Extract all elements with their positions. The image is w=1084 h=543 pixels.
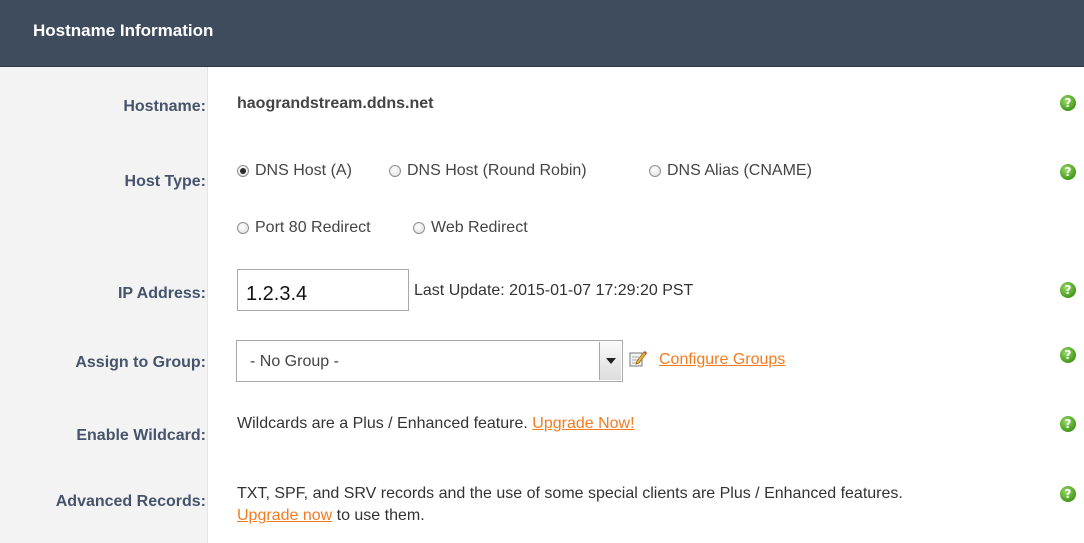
hostname-value: haograndstream.ddns.net (237, 95, 434, 112)
radio-label: DNS Host (A) (255, 162, 352, 179)
radio-label: Web Redirect (431, 219, 528, 236)
help-icon[interactable]: ? (1060, 282, 1076, 298)
radio-unselected-icon (413, 222, 425, 234)
host-type-label: Host Type: (124, 173, 206, 190)
radio-unselected-icon (649, 165, 661, 177)
radio-dns-host-a[interactable]: DNS Host (A) (237, 162, 352, 180)
upgrade-now-link-advanced[interactable]: Upgrade now (237, 507, 332, 524)
label-column (0, 67, 208, 543)
ip-address-input[interactable] (237, 269, 409, 311)
radio-selected-icon (237, 165, 249, 177)
advanced-records-text: TXT, SPF, and SRV records and the use of… (237, 485, 903, 502)
radio-dns-host-round-robin[interactable]: DNS Host (Round Robin) (389, 162, 587, 180)
assign-group-label: Assign to Group: (75, 354, 206, 371)
radio-label: Port 80 Redirect (255, 219, 371, 236)
chevron-down-icon[interactable] (599, 342, 621, 380)
advanced-records-label: Advanced Records: (55, 493, 206, 510)
hostname-information-panel: Hostname Information Hostname: haogrands… (0, 0, 1084, 543)
group-select-value: - No Group - (250, 353, 339, 370)
advanced-records-suffix: to use them. (332, 507, 425, 524)
help-icon[interactable]: ? (1060, 347, 1076, 363)
radio-dns-alias-cname[interactable]: DNS Alias (CNAME) (649, 162, 812, 180)
wildcard-text-row: Wildcards are a Plus / Enhanced feature.… (237, 415, 635, 433)
help-icon[interactable]: ? (1060, 416, 1076, 432)
group-select[interactable]: - No Group - (236, 340, 623, 382)
wildcard-text: Wildcards are a Plus / Enhanced feature. (237, 415, 533, 432)
radio-port-80-redirect[interactable]: Port 80 Redirect (237, 219, 371, 237)
enable-wildcard-label: Enable Wildcard: (76, 427, 206, 444)
last-update-text: Last Update: 2015-01-07 17:29:20 PST (414, 282, 694, 299)
radio-unselected-icon (237, 222, 249, 234)
radio-label: DNS Host (Round Robin) (407, 162, 587, 179)
edit-groups-icon[interactable] (628, 349, 648, 369)
configure-groups-link[interactable]: Configure Groups (659, 351, 785, 369)
ip-address-label: IP Address: (117, 285, 206, 302)
radio-unselected-icon (389, 165, 401, 177)
help-icon[interactable]: ? (1060, 164, 1076, 180)
help-icon[interactable]: ? (1060, 95, 1076, 111)
hostname-label: Hostname: (123, 98, 206, 115)
help-icon[interactable]: ? (1060, 486, 1076, 502)
panel-header: Hostname Information (0, 0, 1084, 67)
advanced-records-text-line2: Upgrade now to use them. (237, 507, 425, 525)
radio-web-redirect[interactable]: Web Redirect (413, 219, 528, 237)
radio-label: DNS Alias (CNAME) (667, 162, 812, 179)
panel-title: Hostname Information (33, 21, 214, 40)
upgrade-now-link[interactable]: Upgrade Now! (532, 415, 634, 432)
